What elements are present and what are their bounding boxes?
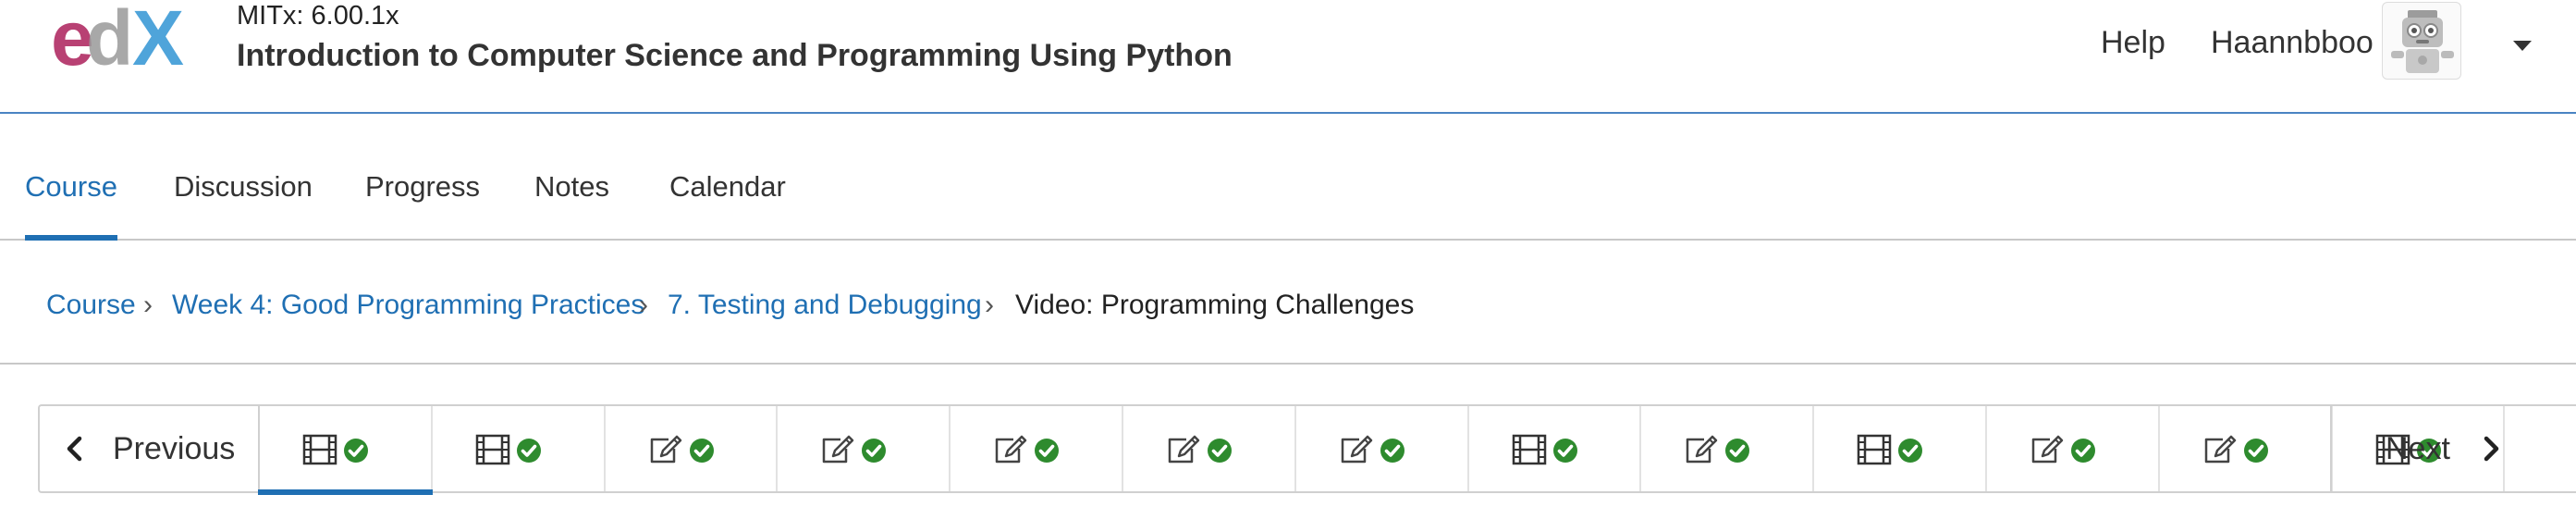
course-org: MITx: 6.00.1x — [237, 1, 399, 31]
check-circle-icon — [1897, 438, 1923, 464]
caret-down-icon[interactable] — [2504, 31, 2541, 59]
video-icon — [475, 434, 510, 465]
breadcrumb-course[interactable]: Course — [46, 285, 136, 326]
breadcrumb-subsection[interactable]: 7. Testing and Debugging — [668, 285, 982, 326]
check-circle-icon — [689, 438, 715, 464]
problem-icon — [820, 434, 855, 465]
edx-logo[interactable]: e d X — [51, 2, 208, 72]
breadcrumb-week[interactable]: Week 4: Good Programming Practices — [172, 285, 644, 326]
problem-icon — [648, 434, 683, 465]
tab-notes[interactable]: Notes — [534, 157, 609, 239]
problem-icon — [2030, 434, 2065, 465]
sequence-unit-8[interactable] — [1469, 406, 1642, 491]
next-button[interactable]: Next — [2330, 406, 2576, 491]
video-icon — [1512, 434, 1547, 465]
avatar[interactable] — [2382, 2, 2461, 80]
sequence-unit-6[interactable] — [1123, 406, 1296, 491]
sequence-unit-9[interactable] — [1641, 406, 1815, 491]
svg-text:d: d — [86, 2, 133, 72]
sequence-unit-2[interactable] — [433, 406, 606, 491]
problem-icon — [1339, 434, 1374, 465]
problem-icon — [1166, 434, 1201, 465]
check-circle-icon — [1207, 438, 1233, 464]
video-icon — [1857, 434, 1892, 465]
breadcrumb-separator: › — [639, 290, 648, 320]
course-title: Introduction to Computer Science and Pro… — [237, 38, 1233, 73]
check-circle-icon — [1724, 438, 1750, 464]
chevron-left-icon — [67, 436, 82, 462]
previous-label: Previous — [113, 431, 236, 466]
check-circle-icon — [343, 438, 369, 464]
site-header: e d X MITx: 6.00.1x Introduction to Comp… — [0, 0, 2576, 114]
avatar-robot-icon — [2391, 10, 2454, 73]
tab-progress[interactable]: Progress — [365, 157, 480, 239]
check-circle-icon — [516, 438, 542, 464]
username[interactable]: Haannbboo — [2211, 24, 2374, 61]
previous-button[interactable]: Previous — [40, 406, 260, 491]
sequence-unit-7[interactable] — [1296, 406, 1469, 491]
problem-icon — [2202, 434, 2238, 465]
check-circle-icon — [1552, 438, 1578, 464]
tab-discussion[interactable]: Discussion — [174, 157, 313, 239]
problem-icon — [993, 434, 1028, 465]
check-circle-icon — [2243, 438, 2269, 464]
sequence-unit-5[interactable] — [951, 406, 1123, 491]
sequence-unit-3[interactable] — [606, 406, 779, 491]
course-tabs: Course Discussion Progress Notes Calenda… — [0, 157, 2576, 241]
tab-calendar[interactable]: Calendar — [669, 157, 786, 239]
breadcrumb-current: Video: Programming Challenges — [1015, 290, 1415, 320]
check-circle-icon — [1380, 438, 1405, 464]
help-link[interactable]: Help — [2101, 24, 2165, 61]
chevron-right-icon — [2484, 436, 2499, 462]
video-icon — [302, 434, 337, 465]
check-circle-icon — [1034, 438, 1060, 464]
sequence-unit-12[interactable] — [2160, 406, 2333, 491]
sequence-nav: Previous Next — [38, 404, 2576, 495]
next-label: Next — [2386, 431, 2450, 466]
check-circle-icon — [861, 438, 887, 464]
sequence-unit-1[interactable] — [258, 406, 433, 495]
problem-icon — [1684, 434, 1719, 465]
tab-course[interactable]: Course — [25, 157, 117, 241]
sequence-unit-11[interactable] — [1987, 406, 2160, 491]
breadcrumb-separator: › — [143, 290, 153, 320]
check-circle-icon — [2070, 438, 2096, 464]
svg-text:X: X — [132, 2, 184, 72]
divider — [0, 363, 2576, 365]
sequence-unit-10[interactable] — [1814, 406, 1987, 491]
sequence-unit-4[interactable] — [778, 406, 951, 491]
breadcrumb-separator: › — [985, 290, 994, 320]
